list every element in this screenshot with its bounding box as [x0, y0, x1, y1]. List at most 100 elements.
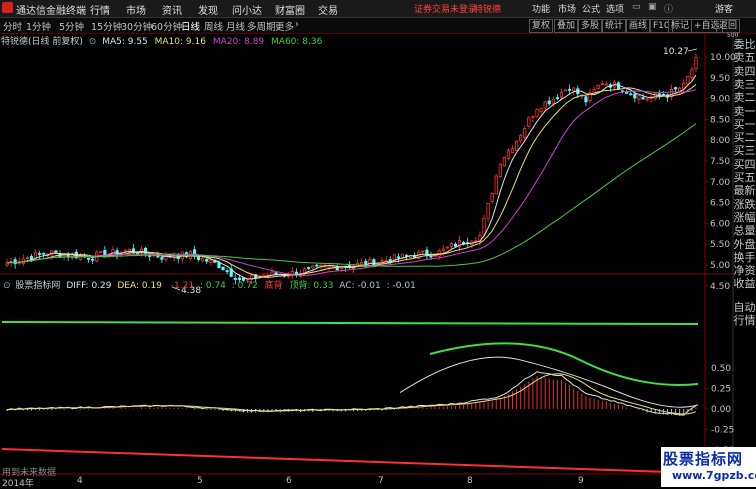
quote-field-label: 总量 [733, 224, 756, 238]
menu-item-discover[interactable]: 发现 [198, 2, 218, 17]
candle-body [315, 264, 319, 267]
candle-body [531, 115, 535, 118]
quote-field-label: 收益 [733, 277, 756, 291]
candle-body [694, 57, 698, 70]
menu-item-trade[interactable]: 交易 [318, 2, 338, 17]
quote-field-label: 委比 [733, 38, 756, 51]
candle-body [539, 108, 543, 112]
sys-menu-options[interactable]: 选项 [606, 2, 624, 15]
sys-menu-function[interactable]: 功能 [532, 2, 550, 15]
candle-body [209, 259, 213, 263]
candle-body [99, 250, 103, 254]
candle-body [400, 253, 405, 258]
high-mark-pointer [687, 48, 698, 52]
period-more[interactable]: 更多 [275, 19, 294, 33]
stock-title: 特锐德(日线 前复权) [1, 37, 83, 47]
kline-chart[interactable]: 10.009.509.008.508.007.507.006.506.005.5… [0, 33, 756, 487]
candle-body [568, 88, 572, 91]
candle-body [527, 117, 531, 127]
ma5-value: MA5: 9.55 [102, 37, 148, 47]
sys-menu-formula[interactable]: 公式 [582, 2, 600, 15]
back-button[interactable]: 返回 [716, 19, 741, 33]
period-toolbar: 分时 1分钟 5分钟 15分钟 30分钟 60分钟 日线 周线 月线 多周期 更… [0, 18, 756, 34]
overlay-button[interactable]: 叠加 [554, 19, 579, 33]
period-daily[interactable]: 日线 [181, 19, 200, 33]
period-30min[interactable]: 30分钟 [121, 19, 152, 33]
more-chevron-icon[interactable]: › [295, 19, 299, 30]
mark-button[interactable]: 标记 [668, 19, 693, 33]
high-price-mark: 10.27 [663, 47, 689, 57]
indicator-tick-label: 0.25 [711, 385, 731, 395]
legend-settings-icon[interactable]: ⊙ [89, 37, 97, 47]
indicator-top-divergence: 顶背: 0.33 [289, 281, 334, 291]
quote-field-label: 卖一 [733, 104, 756, 118]
quote-field-label: 最新 [733, 184, 756, 198]
period-weekly[interactable]: 周线 [204, 19, 223, 33]
stock-link[interactable]: 特锐德 [474, 2, 501, 15]
indicator-legend: ⊙ 股票指标网 DIFF: 0.29 DEA: 0.19 -1.21 : 0.7… [0, 278, 416, 291]
minimize-icon[interactable]: ▭ [632, 2, 641, 12]
period-multi[interactable]: 多周期 [247, 19, 276, 33]
quote-field-label: 买四 [733, 157, 756, 171]
quote-field-label: 买五 [733, 171, 756, 184]
period-monthly[interactable]: 月线 [226, 19, 245, 33]
period-15min[interactable]: 15分钟 [91, 19, 122, 33]
candle-body [551, 98, 555, 104]
menu-item-wealth[interactable]: 财富圈 [275, 2, 305, 17]
candle-body [486, 202, 490, 219]
period-5min[interactable]: 5分钟 [59, 19, 84, 33]
period-intraday[interactable]: 分时 [3, 19, 22, 33]
guest-user[interactable]: 游客 [715, 2, 733, 15]
y-tick-label: 4.50 [710, 282, 730, 292]
candle-body [674, 87, 678, 90]
menu-item-ask[interactable]: 问小达 [232, 2, 262, 17]
candle-body [453, 243, 458, 247]
menu-item-news[interactable]: 资讯 [162, 2, 182, 17]
x-tick-month: 9 [578, 476, 584, 486]
ma20-value: MA20: 8.89 [212, 37, 265, 47]
indicator-bottom-divergence: 底背 [264, 281, 283, 291]
candle-body [115, 250, 119, 256]
window-icon[interactable]: ▣ [648, 2, 657, 12]
candle-body [515, 140, 519, 151]
candle-body [678, 87, 682, 92]
candle-body [360, 262, 364, 265]
candle-body [25, 257, 29, 260]
candle-body [629, 93, 633, 96]
indicator-name[interactable]: 股票指标网 [15, 281, 60, 291]
candle-body [91, 258, 95, 261]
info-icon[interactable]: ⓘ [664, 2, 673, 15]
candle-body [523, 128, 527, 138]
period-1min[interactable]: 1分钟 [26, 19, 51, 33]
candle-body [339, 266, 343, 270]
draw-line-button[interactable]: 画线 [626, 19, 651, 33]
multi-stock-button[interactable]: 多股 [578, 19, 603, 33]
menu-item-quotes[interactable]: 行情 [90, 2, 110, 17]
auto-quote-label[interactable]: 自动 [733, 301, 756, 314]
ma60-value: MA60: 8.36 [271, 37, 323, 47]
legend-settings-icon[interactable]: ⊙ [3, 281, 11, 291]
candle-body [494, 175, 498, 195]
login-status[interactable]: 证券交易未登录 [414, 2, 477, 15]
ma10-line [6, 83, 697, 278]
candle-body [641, 97, 645, 100]
indicator-tick-label: 0.00 [711, 405, 731, 415]
adjust-button[interactable]: 复权 [529, 19, 554, 33]
candle-body [543, 101, 547, 109]
stats-button[interactable]: 统计 [602, 19, 627, 33]
period-60min[interactable]: 60分钟 [151, 19, 182, 33]
quote-field-label: 外盘 [733, 237, 756, 251]
menu-item-market[interactable]: 市场 [126, 2, 146, 17]
candle-body [201, 257, 205, 262]
quote-field-label: 涨跌 [733, 197, 756, 211]
candle-body [225, 270, 229, 273]
candle-body [690, 69, 694, 78]
dea-line [6, 373, 697, 415]
watermark-url: www.7gpzb.com [672, 469, 756, 482]
auto-quote-label[interactable]: 行情 [733, 314, 756, 327]
watermark-title: 股票指标网 [663, 450, 744, 468]
sys-menu-market[interactable]: 市场 [558, 2, 576, 15]
ma60-line [6, 123, 697, 267]
candle-body [445, 246, 449, 249]
candle-body [29, 256, 34, 261]
